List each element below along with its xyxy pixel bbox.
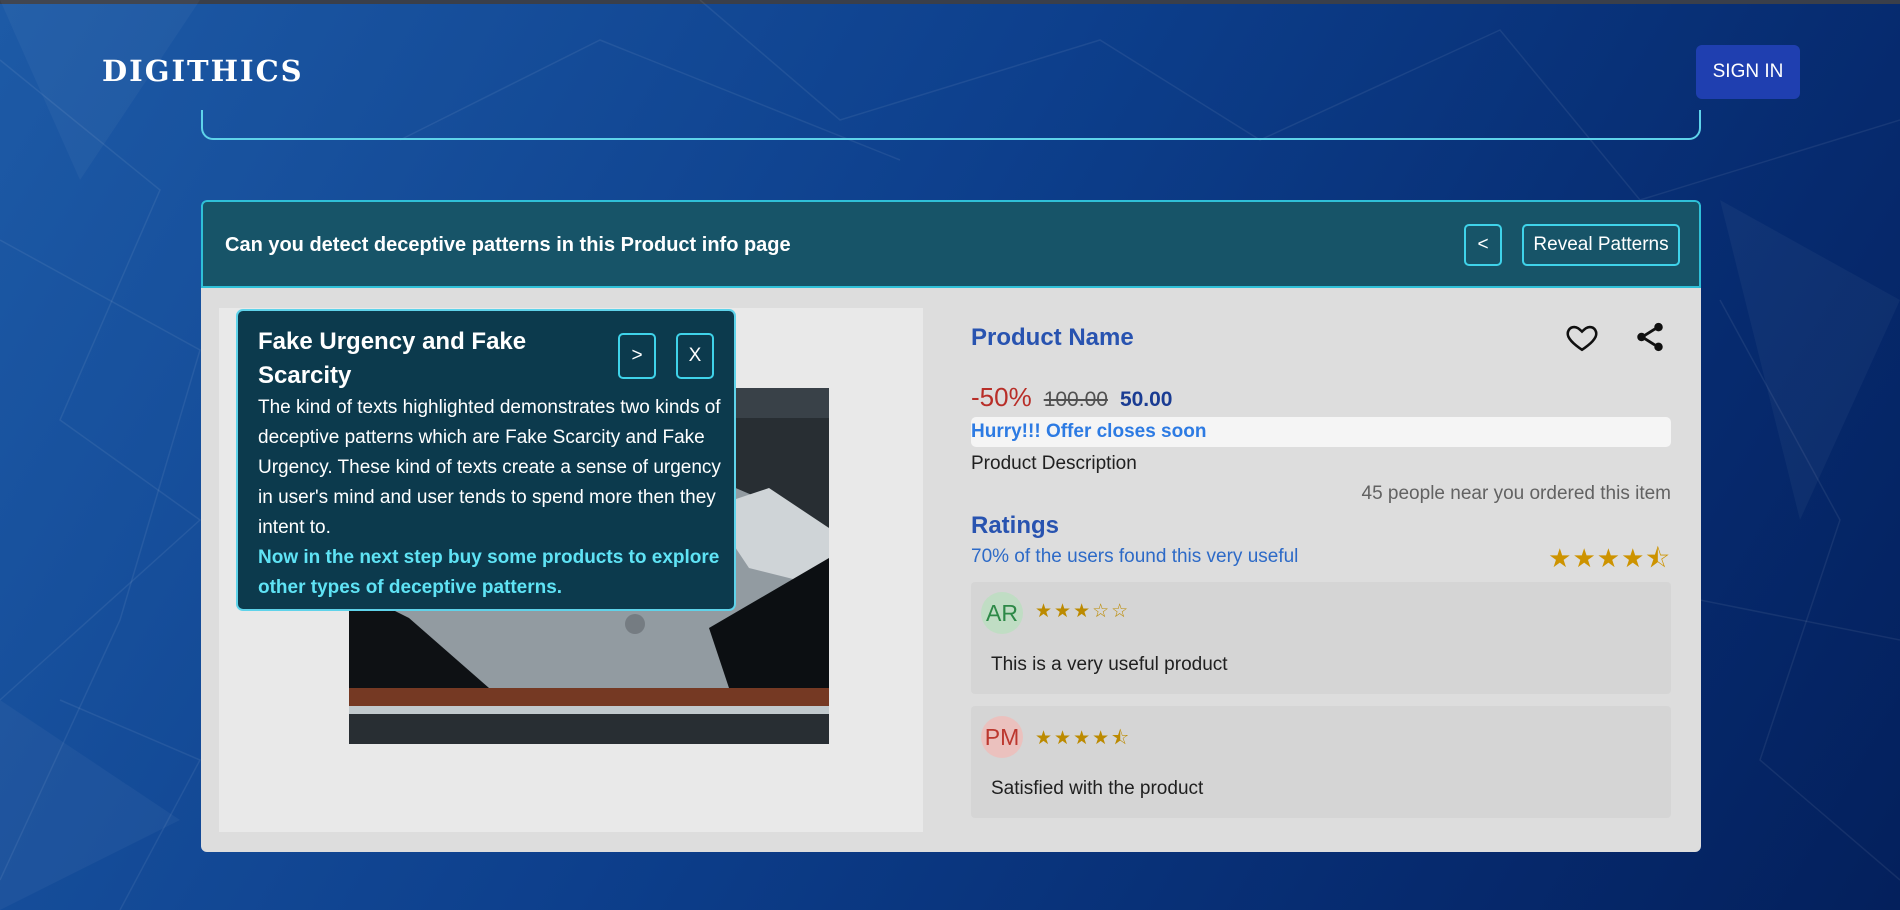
sign-in-button[interactable]: SIGN IN: [1696, 45, 1800, 99]
close-button[interactable]: X: [676, 333, 714, 379]
pattern-explanation-popup: Fake Urgency and Fake Scarcity > X The k…: [236, 309, 736, 611]
popup-body: The kind of texts highlighted demonstrat…: [258, 397, 721, 538]
popup-call-to-action: Now in the next step buy some products t…: [258, 547, 720, 598]
card-title: Can you detect deceptive patterns in thi…: [225, 234, 791, 256]
previous-panel-edge: [201, 110, 1701, 140]
site-header: DIGITHICS SIGN IN: [0, 4, 1900, 116]
back-button[interactable]: <: [1464, 224, 1502, 266]
reveal-patterns-button[interactable]: Reveal Patterns: [1522, 224, 1680, 266]
popup-title: Fake Urgency and Fake Scarcity: [258, 328, 527, 389]
site-logo[interactable]: DIGITHICS: [102, 54, 304, 88]
next-button[interactable]: >: [618, 333, 656, 379]
card-header: Can you detect deceptive patterns in thi…: [201, 200, 1701, 288]
